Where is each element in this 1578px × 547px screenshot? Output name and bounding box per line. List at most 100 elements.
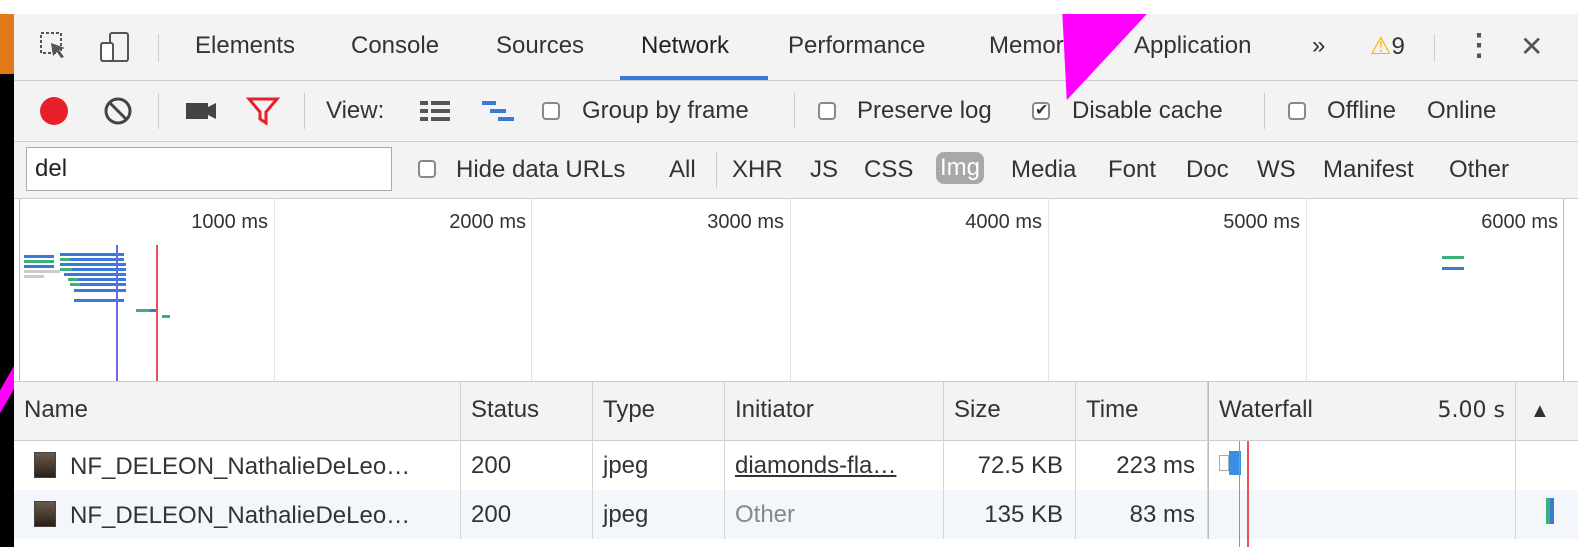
filter-type-manifest[interactable]: Manifest: [1323, 156, 1414, 184]
close-icon[interactable]: ✕: [1520, 30, 1543, 63]
column-type[interactable]: Type: [593, 382, 725, 440]
overview-gridline: [531, 199, 532, 381]
tab-console[interactable]: Console: [351, 32, 439, 60]
dom-content-loaded-marker: [116, 245, 118, 381]
image-thumbnail-icon: [34, 452, 56, 478]
devtools-panel: Elements Console Sources Network Perform…: [14, 14, 1578, 547]
hide-data-urls-checkbox[interactable]: [418, 160, 436, 178]
large-request-rows-icon[interactable]: [418, 97, 452, 132]
image-thumbnail-icon: [34, 501, 56, 527]
tick-label: 2000 ms: [449, 211, 526, 233]
filter-type-other[interactable]: Other: [1449, 156, 1509, 184]
filter-bar: Hide data URLs All XHR JS CSS Img Media …: [14, 142, 1578, 199]
toolbar-separator: [158, 93, 159, 129]
tick-label: 4000 ms: [965, 211, 1042, 233]
tab-separator: [158, 34, 159, 62]
device-toolbar-icon[interactable]: [98, 30, 132, 71]
overview-waterfall-icon[interactable]: [480, 97, 518, 132]
filter-icon[interactable]: [245, 95, 281, 134]
network-toolbar: View: Group by frame Preserve log Disabl…: [14, 81, 1578, 142]
table-row[interactable]: NF_DELEON_NathalieDeLeo… 200 jpeg Other …: [14, 490, 1578, 539]
screenshot-camera-icon[interactable]: [184, 97, 218, 132]
overview-gridline: [1048, 199, 1049, 381]
clear-icon[interactable]: [102, 95, 134, 134]
request-name: NF_DELEON_NathalieDeLeo…: [70, 453, 411, 480]
filter-type-doc[interactable]: Doc: [1186, 156, 1229, 184]
tab-application[interactable]: Application: [1134, 32, 1251, 60]
group-by-frame-label[interactable]: Group by frame: [582, 97, 749, 125]
request-initiator: Other: [725, 490, 944, 539]
group-by-frame-checkbox[interactable]: [542, 102, 560, 120]
request-status: 200: [461, 490, 593, 539]
more-tabs-button[interactable]: »: [1312, 32, 1325, 60]
waterfall-scale: 5.00 s: [1437, 398, 1505, 423]
request-size: 72.5 KB: [944, 441, 1076, 490]
filter-type-media[interactable]: Media: [1011, 156, 1076, 184]
request-waterfall-tail: [1516, 441, 1578, 490]
filter-type-js[interactable]: JS: [810, 156, 838, 184]
overview-gridline: [274, 199, 275, 381]
toolbar-separator: [304, 93, 305, 129]
tab-elements[interactable]: Elements: [195, 32, 295, 60]
request-name: NF_DELEON_NathalieDeLeo…: [70, 502, 411, 529]
filter-input[interactable]: [26, 147, 392, 191]
preserve-log-checkbox[interactable]: [818, 102, 836, 120]
hide-data-urls-label[interactable]: Hide data URLs: [456, 156, 625, 184]
active-tab-indicator: [620, 76, 768, 80]
tick-label: 5000 ms: [1223, 211, 1300, 233]
throttling-select[interactable]: Online: [1427, 97, 1496, 125]
overview-gridline: [790, 199, 791, 381]
tick-label: 6000 ms: [1481, 211, 1558, 233]
preserve-log-label[interactable]: Preserve log: [857, 97, 992, 125]
annotation-arrow-left: [0, 320, 14, 450]
column-time[interactable]: Time: [1076, 382, 1208, 440]
tab-performance[interactable]: Performance: [788, 32, 925, 60]
column-waterfall[interactable]: Waterfall 5.00 s: [1208, 382, 1516, 440]
filter-type-ws[interactable]: WS: [1257, 156, 1296, 184]
toolbar-separator: [1264, 93, 1265, 129]
table-row[interactable]: NF_DELEON_NathalieDeLeo… 200 jpeg diamon…: [14, 441, 1578, 490]
network-overview[interactable]: 1000 ms 2000 ms 3000 ms 4000 ms 5000 ms …: [14, 199, 1578, 382]
filter-type-img[interactable]: Img: [936, 152, 985, 184]
warning-icon: ⚠: [1370, 33, 1392, 60]
record-button[interactable]: [38, 95, 70, 134]
overview-gridline: [19, 199, 20, 381]
sort-ascending-icon[interactable]: ▲: [1516, 382, 1578, 440]
request-type: jpeg: [593, 490, 725, 539]
column-status[interactable]: Status: [461, 382, 593, 440]
column-initiator[interactable]: Initiator: [725, 382, 944, 440]
waterfall-label: Waterfall: [1219, 396, 1313, 423]
filter-separator: [716, 152, 717, 188]
request-time: 83 ms: [1076, 490, 1208, 539]
overview-gridline: [1563, 199, 1564, 381]
request-name-cell[interactable]: NF_DELEON_NathalieDeLeo…: [14, 441, 461, 490]
request-name-cell[interactable]: NF_DELEON_NathalieDeLeo…: [14, 490, 461, 539]
tab-network[interactable]: Network: [641, 32, 729, 60]
load-event-marker: [156, 245, 158, 381]
waterfall-dom-loaded-line: [1239, 441, 1240, 547]
offline-label[interactable]: Offline: [1327, 97, 1396, 125]
column-name[interactable]: Name: [14, 382, 461, 440]
request-size: 135 KB: [944, 490, 1076, 539]
request-initiator-link[interactable]: diamonds-fla…: [725, 441, 944, 490]
tab-sources[interactable]: Sources: [496, 32, 584, 60]
filter-type-all[interactable]: All: [669, 156, 696, 184]
kebab-menu-icon[interactable]: ⋮: [1464, 28, 1494, 63]
filter-type-font[interactable]: Font: [1108, 156, 1156, 184]
overview-gridline: [1306, 199, 1307, 381]
column-size[interactable]: Size: [944, 382, 1076, 440]
waterfall-load-line: [1247, 441, 1249, 547]
toolbar-separator: [794, 93, 795, 129]
inspect-element-icon[interactable]: [38, 30, 70, 69]
requests-table-header: Name Status Type Initiator Size Time Wat…: [14, 382, 1578, 441]
offline-checkbox[interactable]: [1288, 102, 1306, 120]
filter-type-css[interactable]: CSS: [864, 156, 913, 184]
disable-cache-checkbox[interactable]: [1032, 100, 1050, 120]
request-waterfall-tail: [1516, 490, 1578, 539]
browser-side-accent: [0, 14, 14, 74]
view-label: View:: [326, 97, 385, 124]
request-time: 223 ms: [1076, 441, 1208, 490]
warnings-badge[interactable]: ⚠9: [1370, 32, 1405, 61]
request-waterfall: [1208, 490, 1516, 539]
filter-type-xhr[interactable]: XHR: [732, 156, 783, 184]
